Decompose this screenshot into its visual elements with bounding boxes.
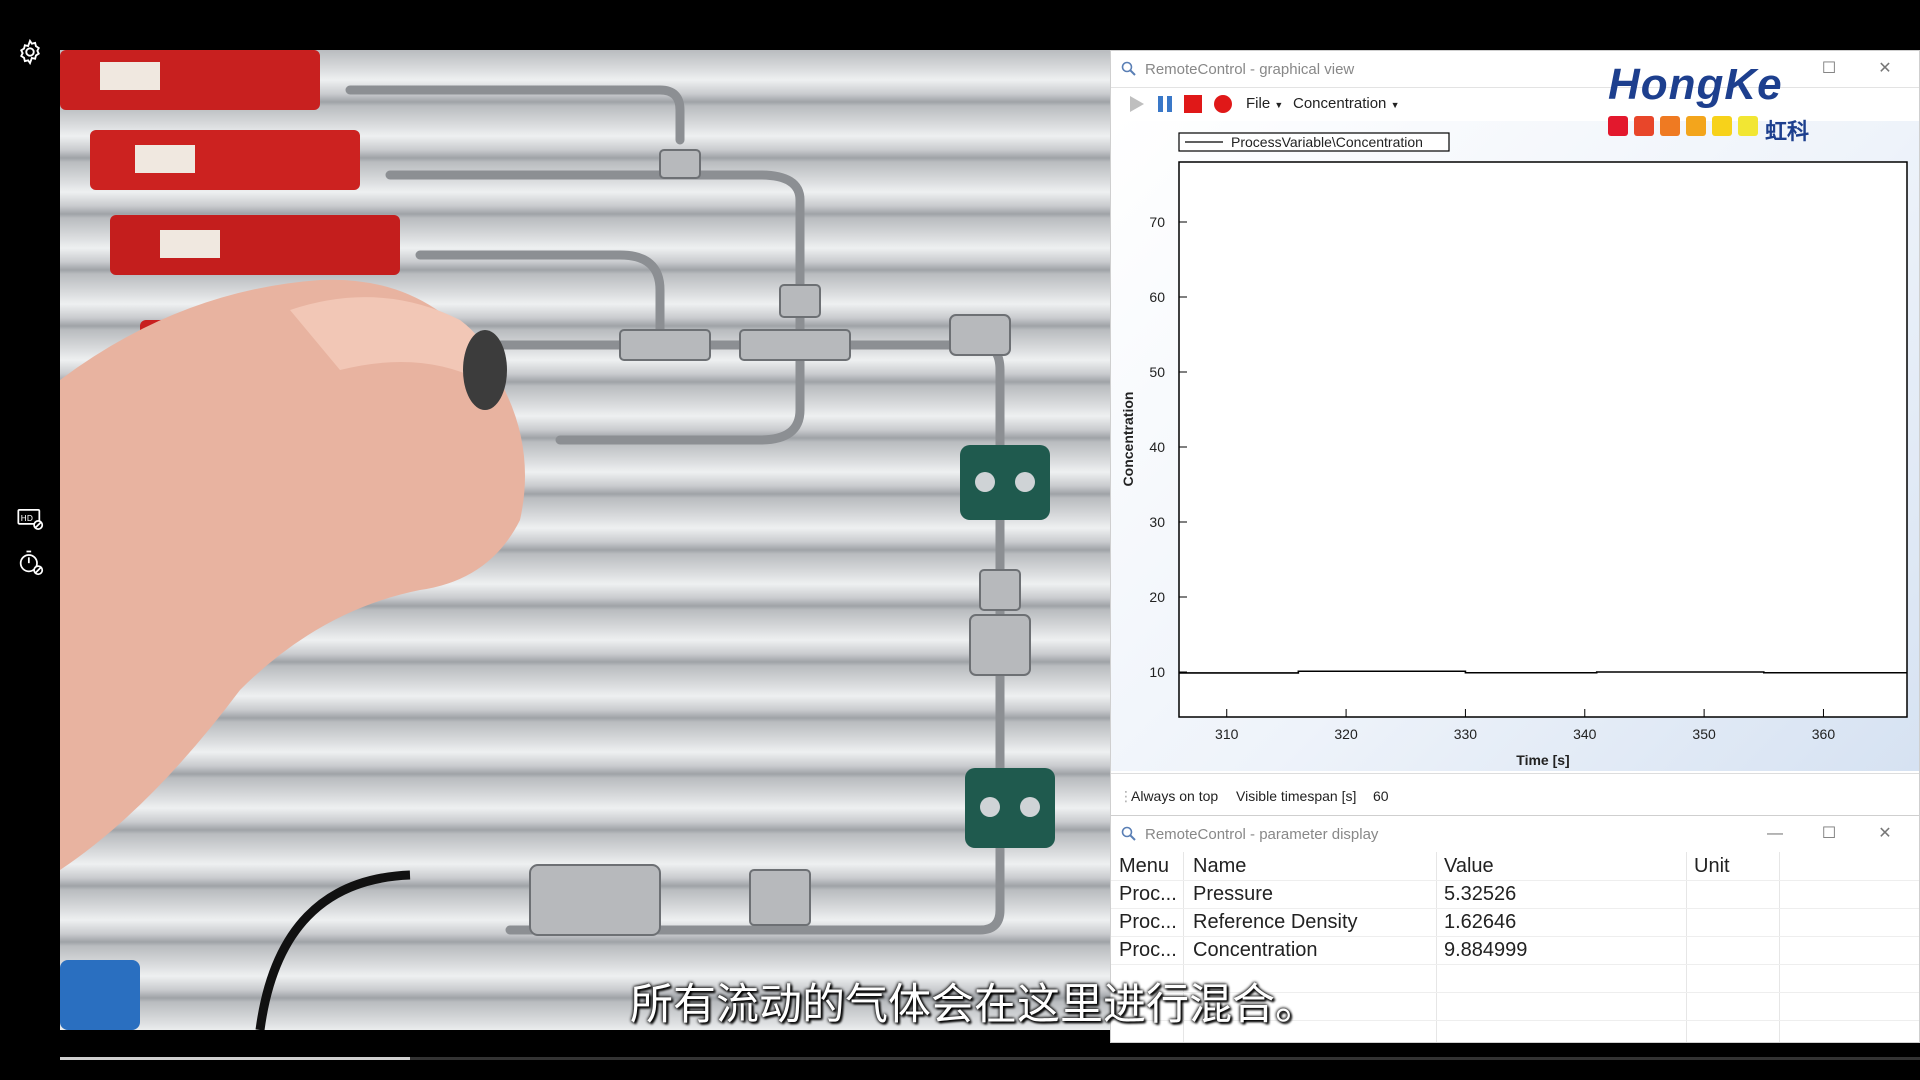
plot-area[interactable]: ProcessVariable\Concentration 310 320 330 3… — [1111, 121, 1919, 771]
chevron-down-icon: ▼ — [1390, 100, 1400, 110]
blue-connector — [60, 960, 140, 1030]
graph-window-title: RemoteControl - graphical view — [1145, 61, 1355, 78]
y-tick-label: 60 — [1149, 289, 1165, 305]
legend-label: ProcessVariable\Concentration — [1231, 134, 1423, 150]
x-tick-label: 310 — [1215, 726, 1239, 742]
logo-square — [1738, 116, 1758, 136]
row-name-cell: Concentration — [1193, 939, 1318, 961]
magnifier-icon — [1121, 61, 1136, 76]
video-frame[interactable] — [60, 50, 1110, 1030]
logo-square — [1686, 116, 1706, 136]
black-cable — [255, 870, 411, 1030]
video-subtitle: 所有流动的气体会在这里进行混合。 — [630, 981, 1318, 1029]
concentration-menu[interactable]: Concentration ▼ — [1293, 95, 1400, 112]
record-icon[interactable] — [1213, 94, 1233, 114]
y-tick-label: 30 — [1149, 514, 1165, 530]
column-header-menu[interactable]: Menu — [1119, 855, 1169, 878]
left-rail: HD — [0, 0, 60, 1080]
column-header-value[interactable]: Value — [1444, 855, 1494, 878]
row-name-cell: Pressure — [1193, 883, 1274, 905]
logo-chinese-text: 虹科 — [1765, 119, 1810, 144]
param-titlebar[interactable]: RemoteControl - parameter display — ☐ ✕ — [1111, 816, 1919, 852]
minimize-button[interactable]: — — [1755, 822, 1795, 846]
y-tick-label: 20 — [1149, 589, 1165, 605]
row-value-cell: 5.32526 — [1444, 883, 1517, 905]
table-row[interactable]: Proc... Concentration 9.884999 — [1111, 936, 1919, 965]
video-progress-fill — [60, 1057, 410, 1060]
concentration-menu-label: Concentration — [1293, 95, 1387, 112]
visible-timespan-label: Visible timespan [s] — [1236, 788, 1357, 804]
y-tick-label: 70 — [1149, 214, 1165, 230]
x-tick-label: 340 — [1573, 726, 1597, 742]
param-window-title: RemoteControl - parameter display — [1145, 826, 1379, 843]
always-on-top-toggle[interactable]: Always on top — [1131, 788, 1218, 804]
table-row[interactable]: Proc... Reference Density 1.62646 — [1111, 908, 1919, 937]
close-button[interactable]: ✕ — [1865, 822, 1905, 846]
x-tick-label: 330 — [1454, 726, 1478, 742]
plot-frame — [1178, 161, 1908, 718]
y-axis-label: Concentration — [1120, 392, 1136, 487]
video-illustration — [60, 50, 1055, 1030]
visible-timespan-value[interactable]: 60 — [1373, 788, 1389, 804]
hd-off-icon[interactable]: HD — [16, 504, 44, 532]
hongke-logo: HongKe 虹科 — [1600, 60, 1830, 144]
logo-text: HongKe — [1608, 60, 1783, 109]
x-tick-label: 350 — [1692, 726, 1716, 742]
row-menu-cell: Proc... — [1119, 911, 1177, 933]
hand — [60, 279, 525, 870]
file-menu[interactable]: File ▼ — [1246, 95, 1283, 112]
column-header-unit[interactable]: Unit — [1694, 855, 1730, 878]
table-row[interactable]: Proc... Pressure 5.32526 — [1111, 880, 1919, 909]
pause-icon[interactable] — [1155, 94, 1175, 114]
logo-square — [1608, 116, 1628, 136]
gear-icon[interactable] — [16, 38, 44, 66]
stop-icon[interactable] — [1183, 94, 1203, 114]
logo-square — [1660, 116, 1680, 136]
close-button[interactable]: ✕ — [1865, 57, 1905, 81]
chevron-down-icon: ▼ — [1274, 100, 1284, 110]
magnifier-icon — [1121, 826, 1136, 841]
play-icon[interactable] — [1127, 94, 1147, 114]
y-tick-label: 50 — [1149, 364, 1165, 380]
file-menu-label: File — [1246, 95, 1271, 112]
row-menu-cell: Proc... — [1119, 883, 1177, 905]
row-name-cell: Reference Density — [1193, 911, 1358, 933]
chart-legend: ProcessVariable\Concentration — [1178, 132, 1450, 152]
x-tick-label: 320 — [1334, 726, 1358, 742]
y-tick-label: 40 — [1149, 439, 1165, 455]
timer-off-icon[interactable] — [16, 548, 44, 576]
x-axis-label: Time [s] — [1516, 752, 1569, 768]
x-tick-label: 360 — [1812, 726, 1836, 742]
concentration-chart: ProcessVariable\Concentration 310 320 330 3… — [1120, 132, 1908, 768]
column-header-name[interactable]: Name — [1193, 855, 1246, 878]
logo-square — [1634, 116, 1654, 136]
pipe-fittings — [529, 149, 1031, 936]
row-value-cell: 1.62646 — [1444, 911, 1517, 933]
row-menu-cell: Proc... — [1119, 939, 1177, 961]
row-value-cell: 9.884999 — [1444, 939, 1528, 961]
graph-statusbar: ⋮ Always on top Visible timespan [s] 60 — [1111, 773, 1919, 816]
table-header-row: Menu Name Value Unit — [1111, 852, 1919, 881]
svg-text:HD: HD — [21, 513, 33, 523]
video-progress-bar[interactable] — [60, 1057, 1920, 1060]
y-tick-label: 10 — [1149, 664, 1165, 680]
graphical-view-window[interactable]: RemoteControl - graphical view ☐ ✕ File … — [1110, 50, 1920, 816]
maximize-button[interactable]: ☐ — [1809, 822, 1849, 846]
logo-square — [1712, 116, 1732, 136]
